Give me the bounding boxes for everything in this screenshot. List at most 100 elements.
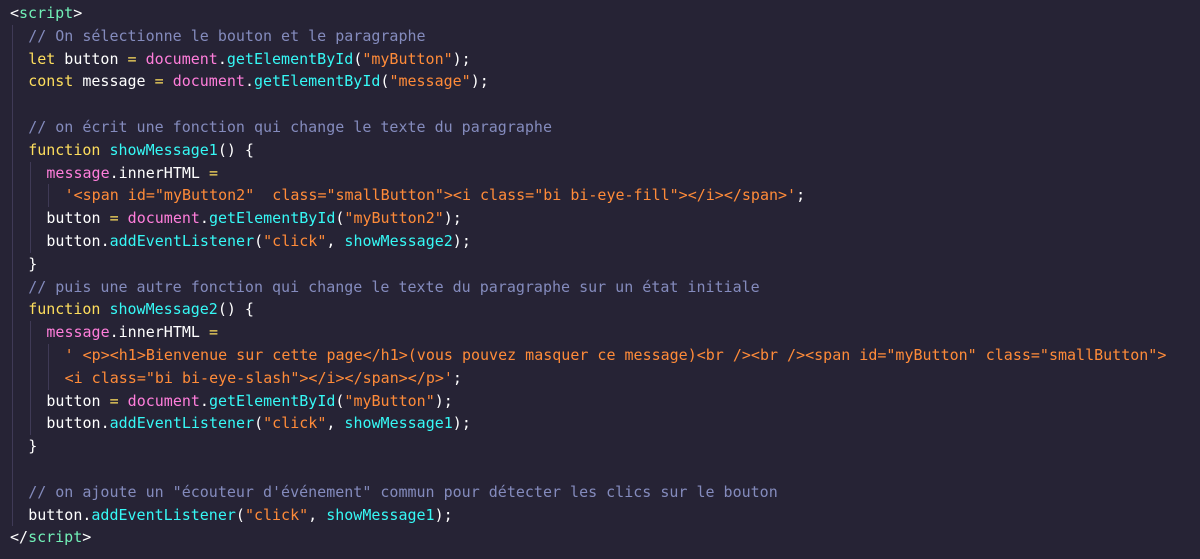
code-line[interactable]: // on ajoute un "écouteur d'événement" c… (0, 480, 1200, 504)
code-token: = (109, 391, 119, 410)
code-line[interactable]: } (0, 435, 1200, 458)
code-token: message (46, 163, 110, 182)
code-token: showMessage1 (109, 140, 218, 159)
code-token: .innerHTML (109, 163, 209, 182)
indent-guide (12, 435, 13, 458)
indent-guide (12, 412, 13, 436)
code-token: "message" (389, 72, 471, 91)
indent-guide (30, 161, 32, 185)
code-token: // On sélectionne le bouton et le paragr… (28, 26, 426, 45)
indent-guide (12, 93, 13, 116)
indent-guide (12, 161, 13, 185)
code-line[interactable]: function showMessage2() { (0, 298, 1200, 322)
code-token: ( (353, 49, 363, 68)
code-line[interactable]: function showMessage1() { (0, 138, 1200, 162)
code-line[interactable] (0, 457, 1200, 481)
code-line[interactable]: </script> (0, 526, 1200, 549)
code-token: ); (452, 49, 471, 68)
code-token: "click" (263, 231, 327, 250)
indent-guide (30, 389, 32, 413)
code-token: showMessage2 (344, 231, 453, 250)
code-token: button (46, 391, 110, 410)
code-token: , (308, 505, 327, 524)
code-line[interactable]: button = document.getElementById("myButt… (0, 389, 1200, 413)
code-line[interactable] (0, 93, 1200, 116)
code-token: = (154, 72, 164, 91)
code-line[interactable]: <i class="bi bi-eye-slash"></i></span></… (0, 366, 1200, 390)
code-line[interactable]: // On sélectionne le bouton et le paragr… (0, 24, 1200, 48)
code-line[interactable]: '<span id="myButton2" class="smallButton… (0, 184, 1200, 208)
code-token: document (172, 72, 245, 91)
indent-guide (12, 184, 13, 208)
code-token: = (208, 163, 218, 182)
code-token: ( (254, 231, 264, 250)
code-line[interactable]: button.addEventListener("click", showMes… (0, 412, 1200, 436)
indent-guide (30, 321, 32, 344)
code-token: script (19, 4, 74, 22)
indent-guide (48, 184, 50, 208)
code-token: .innerHTML (109, 323, 209, 342)
code-line[interactable]: button = document.getElementById("myButt… (0, 207, 1200, 230)
code-token: ' <p><h1>Bienvenue sur cette page</h1>(v… (64, 345, 1167, 364)
indent-guide (12, 343, 13, 367)
code-token: . (217, 49, 227, 68)
code-token: showMessage1 (326, 505, 435, 524)
code-token: <i class="bi bi-eye-slash"></i></span></… (64, 368, 453, 387)
code-token: document (145, 49, 218, 68)
indent-guide (12, 457, 13, 481)
code-token: // puis une autre fonction qui change le… (28, 277, 760, 296)
code-line[interactable]: let button = document.getElementById("my… (0, 47, 1200, 71)
code-line[interactable]: ' <p><h1>Bienvenue sur cette page</h1>(v… (0, 343, 1200, 367)
code-token: button (46, 231, 101, 250)
indent-guide (12, 252, 13, 276)
code-token: let (28, 49, 56, 68)
code-line[interactable]: const message = document.getElementById(… (0, 70, 1200, 94)
code-token: = (208, 323, 218, 342)
code-token: ( (254, 414, 264, 433)
code-token: "click" (244, 505, 309, 524)
code-token: , (326, 414, 345, 433)
code-line[interactable]: message.innerHTML = (0, 161, 1200, 185)
code-token: ); (452, 231, 471, 250)
code-token: < (10, 4, 20, 22)
code-token: button (46, 414, 101, 433)
indent-guide (30, 412, 32, 436)
code-token: ); (434, 505, 453, 524)
code-token: "click" (263, 414, 327, 433)
indent-guide (12, 321, 13, 344)
code-token: ( (235, 505, 245, 524)
code-token: ); (434, 391, 453, 410)
indent-guide (12, 480, 13, 504)
code-token: message (73, 72, 155, 91)
indent-guide (12, 503, 13, 527)
code-token: () { (217, 300, 254, 319)
code-line[interactable]: message.innerHTML = (0, 321, 1200, 344)
code-token: showMessage2 (109, 300, 218, 319)
code-line[interactable]: <script> (0, 2, 1200, 25)
indent-guide (30, 207, 32, 230)
code-line[interactable]: button.addEventListener("click", showMes… (0, 229, 1200, 253)
code-line[interactable]: // puis une autre fonction qui change le… (0, 275, 1200, 299)
code-line[interactable]: } (0, 252, 1200, 276)
code-token: > (73, 4, 83, 22)
indent-guide (48, 366, 50, 390)
code-token: ; (796, 186, 806, 205)
code-token: showMessage1 (344, 414, 453, 433)
indent-guide (12, 207, 13, 230)
code-token: message (46, 323, 110, 342)
code-token: addEventListener (91, 505, 236, 524)
code-token: // on ajoute un "écouteur d'événement" c… (28, 482, 778, 501)
indent-guide (12, 115, 13, 139)
code-token: button (28, 505, 83, 524)
code-editor[interactable]: <script>// On sélectionne le bouton et l… (0, 0, 1200, 559)
code-line[interactable]: // on écrit une fonction qui change le t… (0, 115, 1200, 139)
indent-guide (12, 275, 13, 299)
code-token: . (199, 391, 209, 410)
code-line[interactable]: button.addEventListener("click", showMes… (0, 503, 1200, 527)
code-token: getElementById (226, 49, 354, 68)
code-token: // on écrit une fonction qui change le t… (28, 117, 552, 136)
code-token: script (28, 528, 83, 547)
